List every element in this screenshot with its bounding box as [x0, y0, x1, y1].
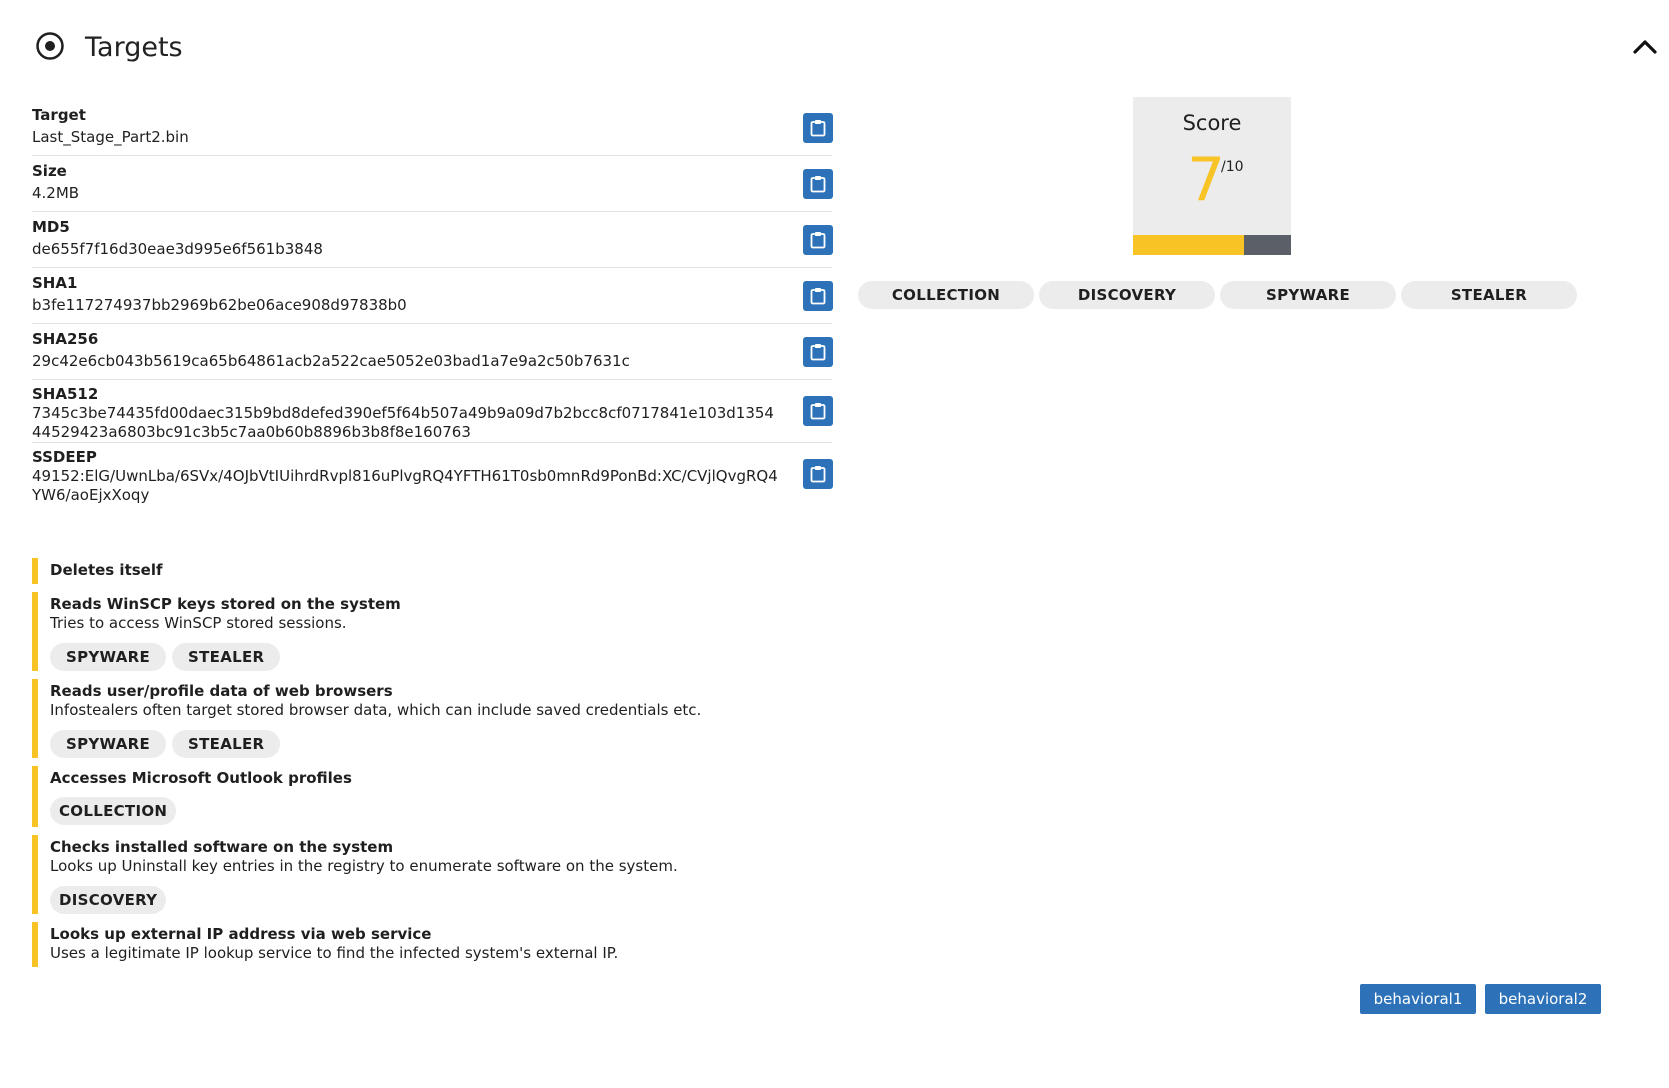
tag-spyware: SPYWARE	[50, 730, 167, 758]
score-tag-collection: COLLECTION	[858, 281, 1034, 309]
signatures-list: Deletes itself Reads WinSCP keys stored o…	[32, 558, 832, 975]
property-value: 49152:ElG/UwnLba/6SVx/4OJbVtIUihrdRvpl81…	[32, 467, 778, 504]
clipboard-icon	[810, 119, 826, 136]
signature-tags: SPYWARE STEALER	[50, 730, 832, 758]
page-title: Targets	[85, 32, 183, 63]
property-label: SSDEEP	[32, 448, 97, 466]
properties-list: Target Last_Stage_Part2.bin Size 4.2MB MD5 de…	[32, 100, 833, 505]
tag-discovery: DISCOVERY	[50, 886, 167, 914]
signature-description: Tries to access WinSCP stored sessions.	[50, 614, 347, 632]
copy-button[interactable]	[803, 336, 833, 367]
signature-tags: SPYWARE STEALER	[50, 643, 832, 671]
tag-collection: COLLECTION	[50, 797, 177, 825]
behavioral1-button[interactable]: behavioral1	[1360, 984, 1476, 1014]
signature-item: Reads WinSCP keys stored on the system Tr…	[32, 592, 832, 671]
property-label: MD5	[32, 218, 70, 236]
copy-button[interactable]	[803, 396, 833, 426]
signature-description: Looks up Uninstall key entries in the re…	[50, 857, 678, 875]
clipboard-icon	[810, 175, 826, 192]
score-value: 7	[1187, 145, 1226, 215]
signature-description: Uses a legitimate IP lookup service to f…	[50, 944, 619, 962]
signature-title: Accesses Microsoft Outlook profiles	[50, 769, 352, 787]
property-value: 7345c3be74435fd00daec315b9bd8defed390ef5…	[32, 404, 774, 441]
score-tag-stealer: STEALER	[1401, 281, 1577, 309]
signature-item: Deletes itself	[32, 558, 832, 584]
property-row: SHA512 7345c3be74435fd00daec315b9bd8defed…	[32, 380, 833, 443]
analysis-buttons: behavioral1 behavioral2	[1360, 984, 1601, 1014]
property-row: SSDEEP 49152:ElG/UwnLba/6SVx/4OJbVtIUihrd…	[32, 443, 833, 505]
property-row: SHA256 29c42e6cb043b5619ca65b64861acb2a52…	[32, 324, 833, 380]
copy-button[interactable]	[803, 459, 833, 489]
score-max: /10	[1221, 159, 1244, 175]
signature-title: Reads user/profile data of web browsers	[50, 682, 393, 700]
property-label: Target	[32, 106, 86, 124]
target-icon	[36, 32, 64, 60]
property-row: SHA1 b3fe117274937bb2969b62be06ace908d978…	[32, 268, 833, 324]
score-tags: COLLECTION DISCOVERY SPYWARE STEALER	[858, 281, 1577, 309]
signature-title: Reads WinSCP keys stored on the system	[50, 595, 401, 613]
score-tag-discovery: DISCOVERY	[1039, 281, 1215, 309]
property-value: Last_Stage_Part2.bin	[32, 128, 189, 146]
property-value: 4.2MB	[32, 184, 80, 202]
property-row: Size 4.2MB	[32, 156, 833, 212]
signature-item: Reads user/profile data of web browsers I…	[32, 679, 832, 758]
signature-tags: COLLECTION	[50, 797, 832, 825]
score-bar	[1133, 235, 1291, 255]
property-row: MD5 de655f7f16d30eae3d995e6f561b3848	[32, 212, 833, 268]
signature-item: Looks up external IP address via web ser…	[32, 922, 832, 967]
tag-spyware: SPYWARE	[50, 643, 167, 671]
property-value: b3fe117274937bb2969b62be06ace908d97838b0	[32, 296, 407, 314]
signature-title: Looks up external IP address via web ser…	[50, 925, 432, 943]
copy-button[interactable]	[803, 224, 833, 255]
score-card: Score 7 /10	[1133, 97, 1291, 255]
signature-title: Deletes itself	[50, 561, 163, 579]
property-label: SHA256	[32, 330, 99, 348]
clipboard-icon	[810, 466, 826, 483]
clipboard-icon	[810, 231, 826, 248]
property-label: SHA1	[32, 274, 78, 292]
copy-button[interactable]	[803, 280, 833, 311]
copy-button[interactable]	[803, 168, 833, 199]
clipboard-icon	[810, 287, 826, 304]
clipboard-icon	[810, 403, 826, 420]
tag-stealer: STEALER	[172, 643, 281, 671]
targets-panel: Targets Target Last_Stage_Part2.bin Size 4.…	[0, 0, 1669, 1088]
signature-description: Infostealers often target stored browser…	[50, 701, 702, 719]
score-tag-spyware: SPYWARE	[1220, 281, 1396, 309]
copy-button[interactable]	[803, 112, 833, 143]
panel-header: Targets	[33, 28, 1669, 68]
clipboard-icon	[810, 343, 826, 360]
tag-stealer: STEALER	[172, 730, 281, 758]
property-label: SHA512	[32, 385, 99, 403]
score-label: Score	[1182, 111, 1242, 135]
signature-item: Checks installed software on the system L…	[32, 835, 832, 914]
behavioral2-button[interactable]: behavioral2	[1485, 984, 1601, 1014]
score-bar-fill	[1133, 235, 1244, 255]
chevron-up-icon[interactable]	[1630, 32, 1660, 62]
property-row: Target Last_Stage_Part2.bin	[32, 100, 833, 156]
signature-title: Checks installed software on the system	[50, 838, 394, 856]
property-value: de655f7f16d30eae3d995e6f561b3848	[32, 240, 323, 258]
signature-item: Accesses Microsoft Outlook profiles COLLE…	[32, 766, 832, 827]
property-value: 29c42e6cb043b5619ca65b64861acb2a522cae50…	[32, 352, 630, 370]
property-label: Size	[32, 162, 67, 180]
signature-tags: DISCOVERY	[50, 886, 832, 914]
